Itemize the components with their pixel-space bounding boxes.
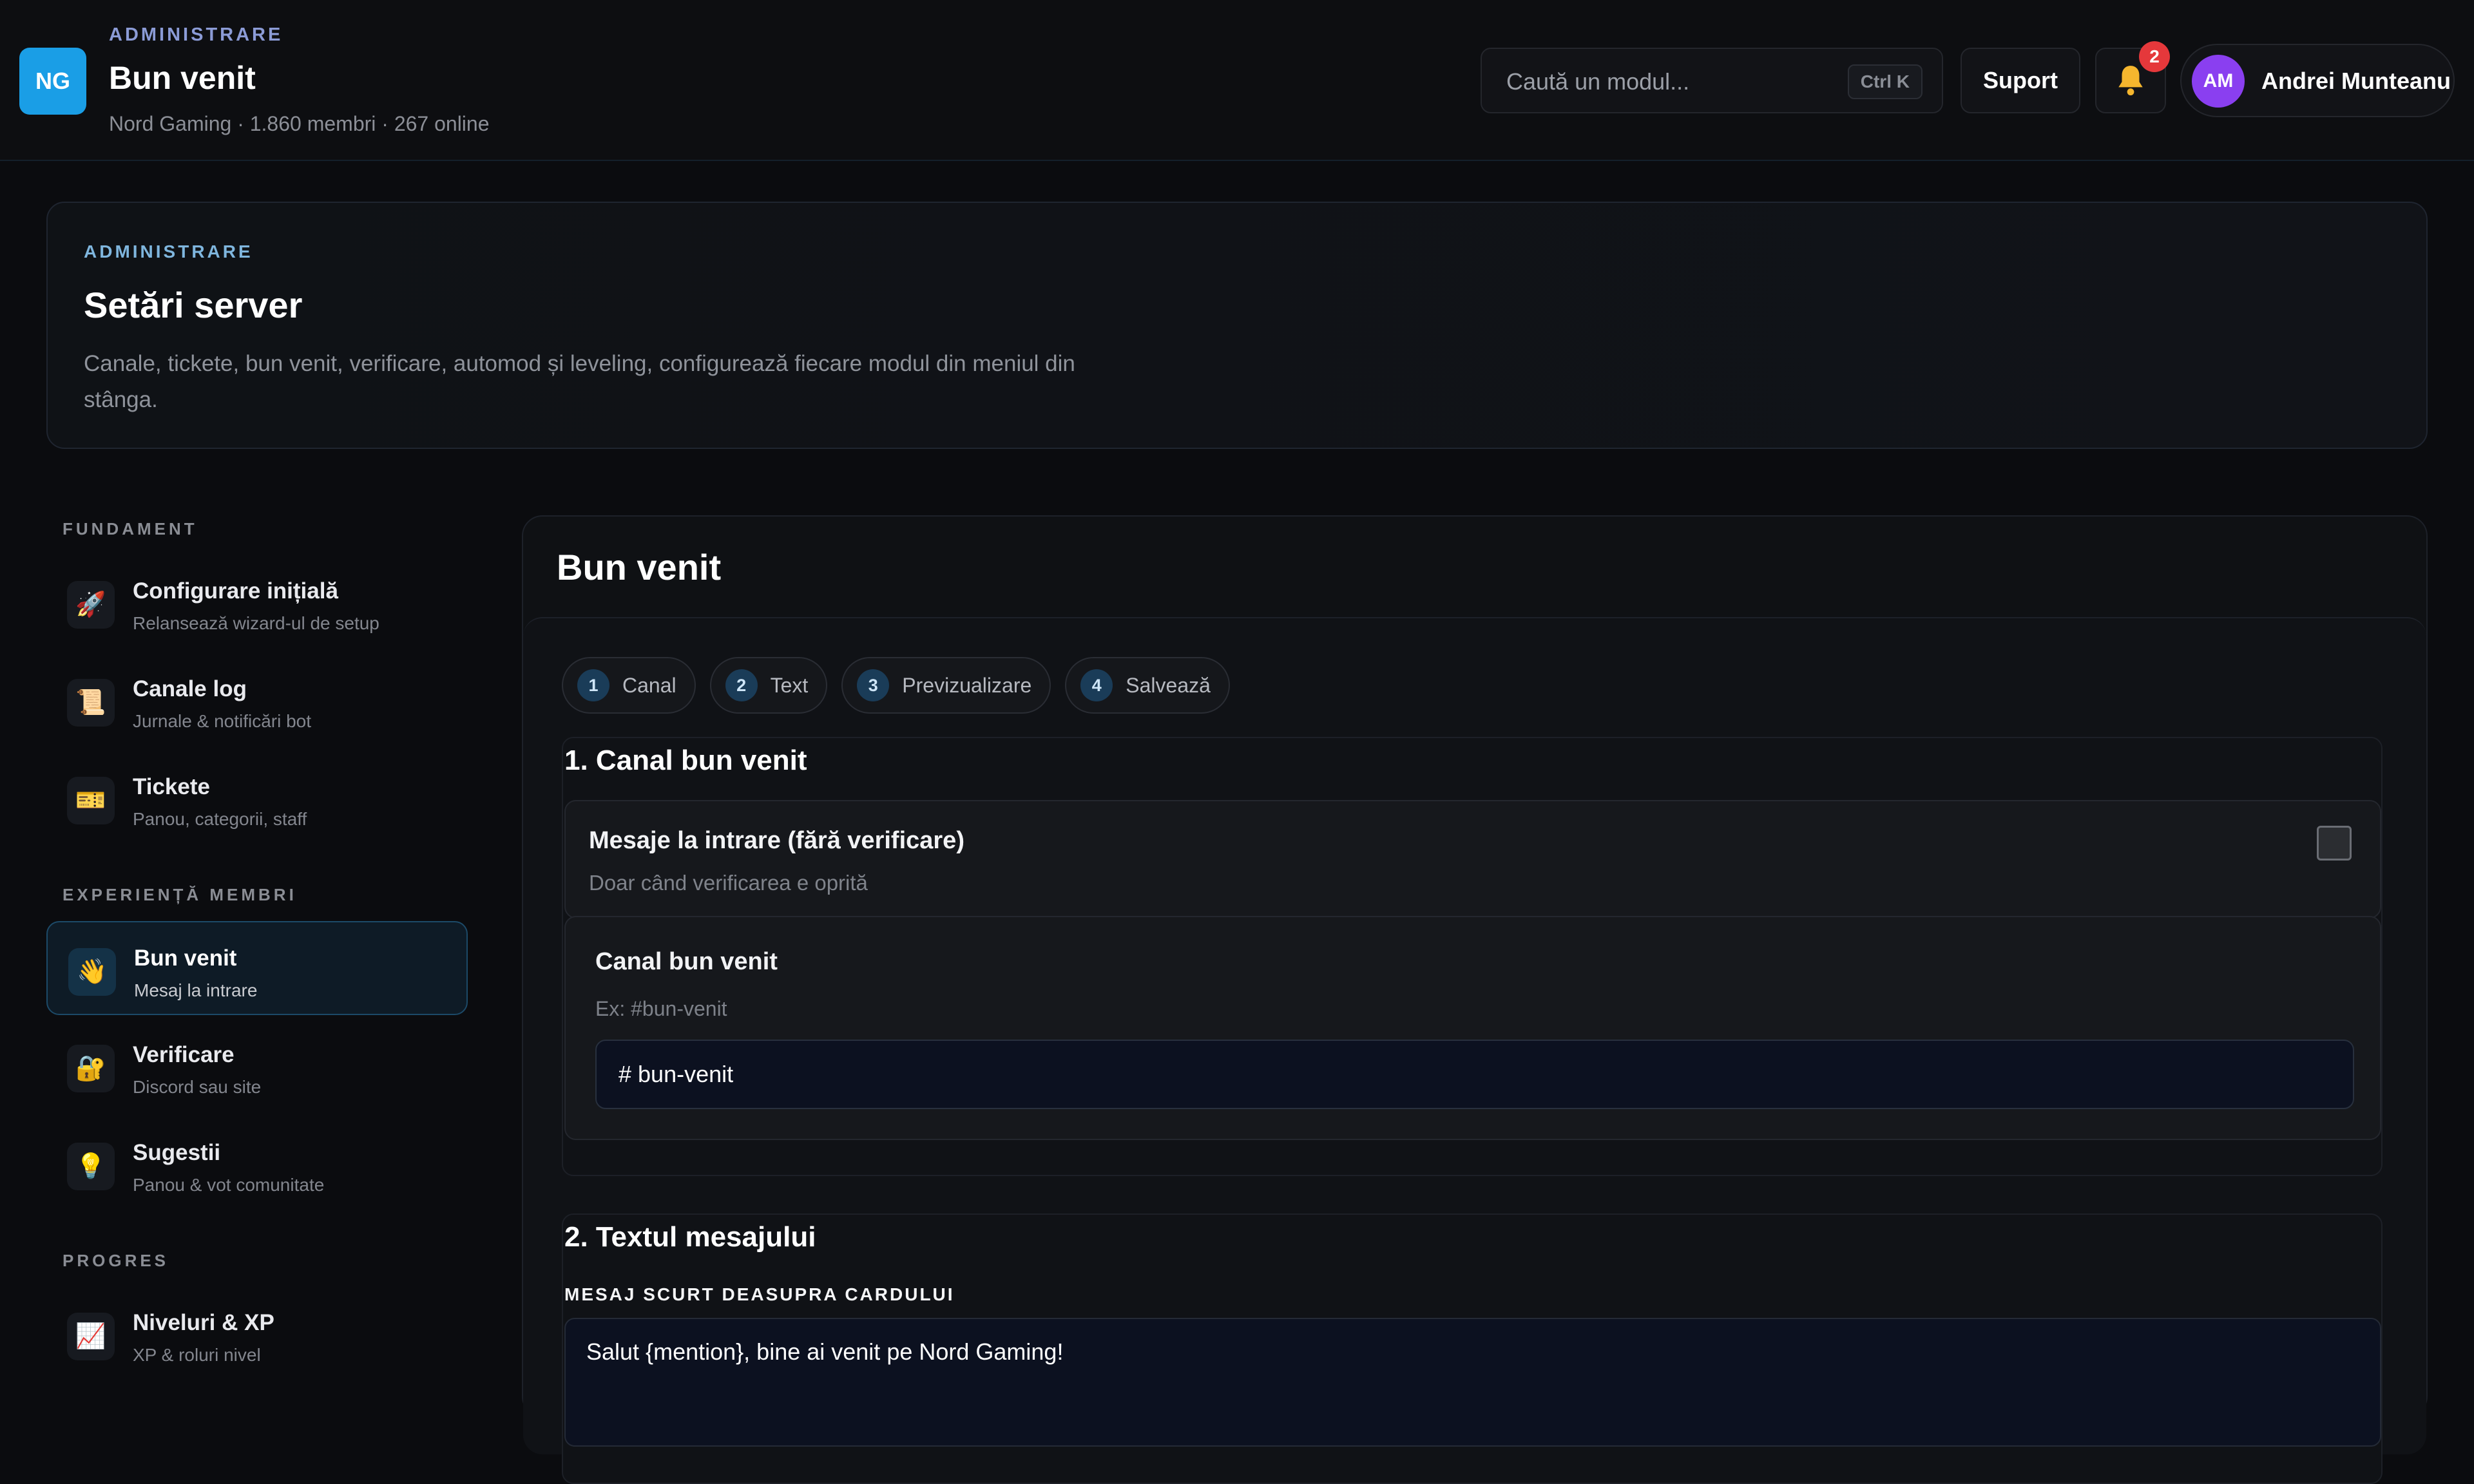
step-canal[interactable]: 1 Canal [562, 657, 696, 714]
step-label: Previzualizare [902, 673, 1032, 697]
toggle-title: Mesaje la intrare (fără verificare) [589, 827, 964, 854]
step-label: Text [770, 673, 809, 697]
step-number: 4 [1080, 669, 1113, 701]
sidebar-item-tickets[interactable]: 🎫 Tickete Panou, categorii, staff [46, 751, 468, 845]
hero-title: Setări server [84, 285, 303, 325]
avatar: AM [2192, 55, 2245, 108]
step-preview[interactable]: 3 Previzualizare [841, 657, 1051, 714]
notification-count-badge: 2 [2139, 41, 2170, 72]
sidebar-item-sub: XP & roluri nivel [133, 1345, 261, 1365]
sidebar-section-title: PROGRES [62, 1251, 169, 1270]
section-welcome-channel: 1. Canal bun venit Mesaje la intrare (fă… [562, 737, 2383, 1176]
section-title: 2. Textul mesajului [564, 1221, 816, 1253]
sidebar-item-welcome[interactable]: 👋 Bun venit Mesaj la intrare [46, 921, 468, 1015]
welcome-channel-field: Canal bun venit Ex: #bun-venit # bun-ven… [564, 916, 2381, 1140]
sidebar-item-levels[interactable]: 📈 Niveluri & XP XP & roluri nivel [46, 1287, 468, 1381]
sidebar-item-sub: Mesaj la intrare [134, 980, 258, 1000]
toggle-description: Doar când verificarea e oprită [589, 871, 868, 895]
server-logo[interactable]: NG [19, 48, 86, 115]
section-title: 1. Canal bun venit [564, 745, 807, 776]
sidebar-item-log-channels[interactable]: 📜 Canale log Jurnale & notificări bot [46, 653, 468, 747]
step-nav: 1 Canal 2 Text 3 Previzualizare 4 Salvea… [562, 657, 1230, 714]
search-shortcut: Ctrl K [1847, 64, 1923, 99]
section-message-text: 2. Textul mesajului MESAJ SCURT DEASUPRA… [562, 1213, 2383, 1484]
sidebar-item-label: Bun venit [134, 946, 237, 971]
short-message-input[interactable]: Salut {mention}, bine ai venit pe Nord G… [564, 1318, 2381, 1447]
join-messages-checkbox[interactable] [2317, 826, 2352, 861]
step-text[interactable]: 2 Text [709, 657, 828, 714]
search-input[interactable]: Caută un modul... Ctrl K [1481, 48, 1943, 113]
welcome-settings-panel: Bun venit 1 Canal 2 Text 3 Previzualizar… [522, 515, 2428, 1484]
bell-icon [2118, 66, 2143, 96]
panel-title: Bun venit [557, 547, 722, 587]
lock-icon: 🔐 [67, 1045, 115, 1092]
step-label: Salvează [1126, 673, 1211, 697]
hero-eyebrow: ADMINISTRARE [84, 242, 253, 262]
step-label: Canal [622, 673, 676, 697]
top-bar: NG ADMINISTRARE Bun venit Nord Gaming · … [0, 0, 2474, 161]
step-number: 1 [577, 669, 609, 701]
sidebar-item-verification[interactable]: 🔐 Verificare Discord sau site [46, 1019, 468, 1113]
field-label: Canal bun venit [595, 948, 778, 975]
field-hint: Ex: #bun-venit [595, 997, 727, 1020]
settings-hero-card: ADMINISTRARE Setări server Canale, ticke… [46, 202, 2428, 449]
support-button[interactable]: Suport [1961, 48, 2080, 113]
rocket-icon: 🚀 [67, 581, 115, 629]
page-title: Bun venit [109, 60, 256, 96]
sidebar-item-label: Verificare [133, 1042, 235, 1067]
welcome-channel-input[interactable]: # bun-venit [595, 1040, 2354, 1109]
panel-body: 1 Canal 2 Text 3 Previzualizare 4 Salvea… [523, 617, 2426, 1484]
chart-icon: 📈 [67, 1313, 115, 1360]
lightbulb-icon: 💡 [67, 1143, 115, 1190]
step-number: 2 [725, 669, 758, 701]
step-number: 3 [857, 669, 890, 701]
sidebar-item-label: Sugestii [133, 1140, 221, 1165]
sidebar-item-sub: Panou, categorii, staff [133, 809, 307, 829]
sidebar-item-label: Niveluri & XP [133, 1310, 274, 1335]
sidebar-item-label: Canale log [133, 676, 247, 701]
hero-description: Canale, tickete, bun venit, verificare, … [84, 351, 1075, 412]
user-name: Andrei Munteanu [2261, 68, 2451, 94]
sidebar-item-label: Tickete [133, 774, 210, 799]
sidebar-item-label: Configurare inițială [133, 578, 338, 604]
sidebar-item-suggestions[interactable]: 💡 Sugestii Panou & vot comunitate [46, 1117, 468, 1211]
header-eyebrow: ADMINISTRARE [109, 24, 283, 45]
sidebar-item-sub: Relansează wizard-ul de setup [133, 613, 379, 633]
sidebar-item-initial-setup[interactable]: 🚀 Configurare inițială Relansează wizard… [46, 555, 468, 649]
join-messages-toggle-row: Mesaje la intrare (fără verificare) Doar… [564, 800, 2381, 918]
sidebar-section-title: FUNDAMENT [62, 519, 198, 538]
step-save[interactable]: 4 Salvează [1065, 657, 1230, 714]
ticket-icon: 🎫 [67, 777, 115, 824]
scroll-icon: 📜 [67, 679, 115, 727]
server-stats: Nord Gaming · 1.860 membri · 267 online [109, 112, 490, 135]
user-menu[interactable]: AM Andrei Munteanu [2180, 44, 2455, 117]
short-message-label: MESAJ SCURT DEASUPRA CARDULUI [564, 1284, 955, 1304]
sidebar-section-title: EXPERIENȚĂ MEMBRI [62, 885, 297, 904]
wave-icon: 👋 [68, 948, 116, 996]
sidebar-item-sub: Panou & vot comunitate [133, 1175, 325, 1195]
sidebar-item-sub: Discord sau site [133, 1077, 262, 1097]
search-placeholder: Caută un modul... [1506, 68, 1690, 95]
sidebar-item-sub: Jurnale & notificări bot [133, 711, 312, 731]
